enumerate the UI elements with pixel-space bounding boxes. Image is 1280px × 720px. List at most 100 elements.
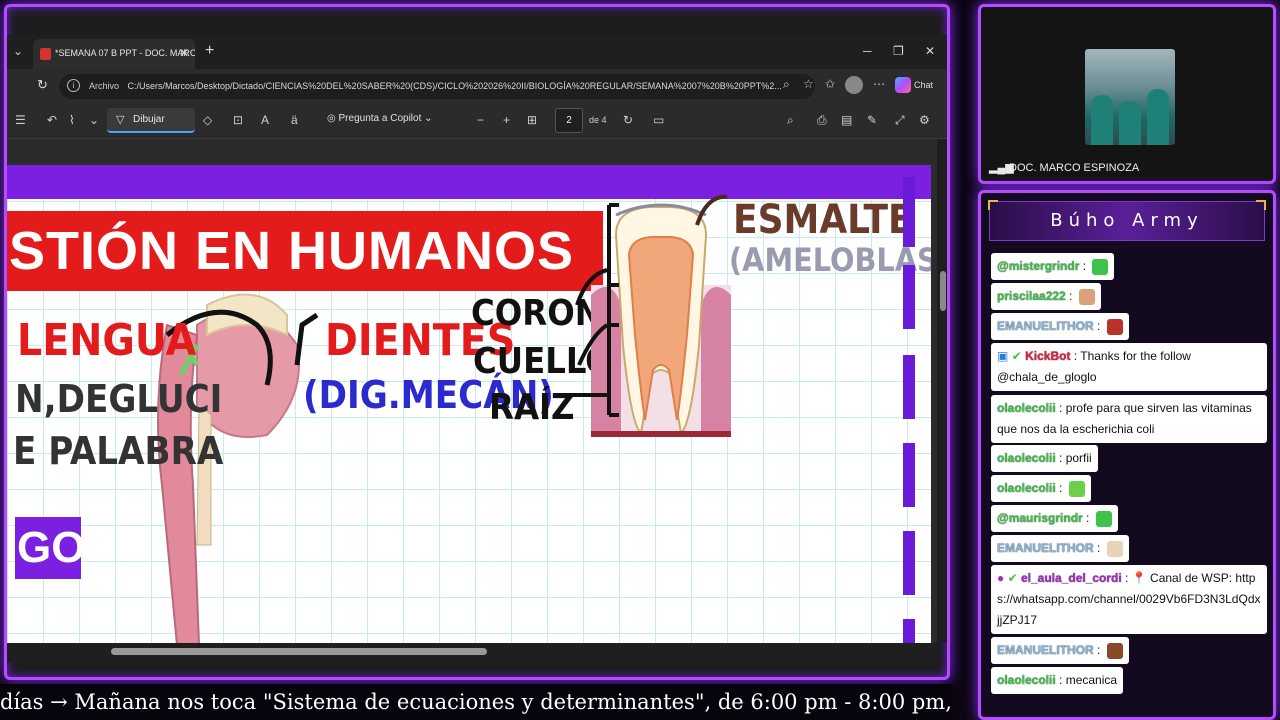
pdf-viewer[interactable]: STIÓN EN HUMANOS LENGUA N,DEGLUCI E PALA…: [7, 139, 937, 643]
chat-message: EMANUELITHOR :: [991, 313, 1129, 340]
more-icon[interactable]: ⋯: [873, 77, 885, 91]
webcam-person: [1147, 89, 1169, 145]
chat-username[interactable]: priscilaa222: [997, 289, 1066, 303]
ask-copilot-button[interactable]: ◎ Pregunta a Copilot ⌄: [327, 113, 433, 124]
page-view-icon[interactable]: ▭: [653, 113, 664, 127]
chat-text: mecanica: [1065, 673, 1118, 687]
ask-copilot-label: Pregunta a Copilot: [338, 113, 422, 124]
chat-username[interactable]: olaolecolii: [997, 673, 1056, 687]
chat-username[interactable]: olaolecolii: [997, 401, 1056, 415]
text-box-icon[interactable]: ⊡: [233, 113, 243, 127]
chat-message: EMANUELITHOR :: [991, 637, 1129, 664]
draw-button[interactable]: ▽ Dibujar: [107, 108, 195, 133]
draw-label: Dibujar: [133, 114, 165, 125]
label-palabra: E PALABRA: [13, 429, 224, 473]
tooth-arrows: [567, 194, 728, 397]
address-url: C:/Users/Marcos/Desktop/Dictado/CIENCIAS…: [127, 81, 782, 91]
presenter-name: DOC. MARCO ESPINOZA: [1009, 162, 1140, 174]
zoom-in-icon[interactable]: +: [503, 113, 510, 127]
webcam-person: [1091, 95, 1113, 145]
tab-title: *SEMANA 07 B PPT - DOC. MARCO: [55, 48, 195, 58]
fullscreen-icon[interactable]: ⤢: [895, 113, 905, 128]
chat-username[interactable]: el_aula_del_cordi: [1021, 571, 1122, 585]
search-icon[interactable]: ⌕: [787, 113, 794, 128]
rotate-icon[interactable]: ↻: [623, 113, 633, 127]
emote-icon: [1106, 318, 1123, 335]
info-icon[interactable]: i: [67, 79, 80, 92]
zoom-icon[interactable]: ⌕: [783, 77, 790, 92]
slide-border-dash: [903, 619, 915, 643]
settings-gear-icon[interactable]: ⚙: [919, 113, 930, 127]
save-icon[interactable]: ▤: [841, 113, 852, 127]
print-icon[interactable]: ⎙: [817, 113, 827, 128]
save-as-icon[interactable]: ✎: [867, 113, 877, 127]
address-bar-row: ↻ i Archivo C:/Users/Marcos/Desktop/Dict…: [7, 69, 947, 103]
emote-icon: [1078, 288, 1095, 305]
chat-username[interactable]: olaolecolii: [997, 481, 1056, 495]
vertical-scrollbar[interactable]: [937, 139, 947, 643]
slide-page: STIÓN EN HUMANOS LENGUA N,DEGLUCI E PALA…: [7, 165, 931, 643]
chat-message: ▣ ✔ KickBot : Thanks for the follow @cha…: [991, 343, 1267, 391]
chat-username[interactable]: EMANUELITHOR: [997, 319, 1094, 333]
page-number-input[interactable]: 2: [555, 108, 583, 133]
copilot-chat-label[interactable]: Chat: [914, 80, 933, 90]
restore-icon[interactable]: ❐: [893, 44, 904, 58]
chat-message: olaolecolii : porfii: [991, 445, 1098, 472]
highlight-dropdown-icon[interactable]: ⌄: [89, 113, 99, 127]
highlight-icon[interactable]: ⌇: [69, 113, 75, 127]
bot-badge-icon: ▣: [997, 349, 1009, 363]
browser-tab[interactable]: *SEMANA 07 B PPT - DOC. MARCO ✕: [33, 39, 195, 69]
draw-icon: ▽: [116, 114, 125, 126]
zoom-out-icon[interactable]: −: [477, 113, 484, 127]
horizontal-scroll-thumb[interactable]: [111, 648, 487, 655]
close-tab-icon[interactable]: ✕: [179, 46, 189, 60]
chat-message: priscilaa222 :: [991, 283, 1101, 310]
reload-icon[interactable]: ↻: [37, 77, 48, 93]
favorites-icon[interactable]: ✩: [825, 77, 835, 91]
profile-avatar[interactable]: [845, 76, 863, 94]
browser-tab-strip: ⌄ *SEMANA 07 B PPT - DOC. MARCO ✕ + ─ ❐ …: [7, 35, 947, 69]
chat-text: porfii: [1065, 451, 1092, 465]
eraser-icon[interactable]: ◇: [203, 113, 212, 127]
pin-icon: 📍: [1131, 571, 1147, 585]
read-aloud-icon[interactable]: ä: [291, 113, 298, 127]
font-icon[interactable]: A: [261, 113, 269, 127]
chat-title: Búho Army: [988, 200, 1266, 241]
slide-border-dash: [903, 177, 915, 247]
chat-username[interactable]: EMANUELITHOR: [997, 541, 1094, 555]
fit-page-icon[interactable]: ⊞: [527, 113, 537, 127]
vertical-scroll-thumb[interactable]: [940, 271, 946, 311]
mic-badge-icon: ●: [997, 571, 1005, 585]
chat-username[interactable]: EMANUELITHOR: [997, 643, 1094, 657]
favorite-star-icon[interactable]: ☆: [803, 77, 814, 91]
contents-icon[interactable]: ☰: [15, 113, 26, 127]
minimize-icon[interactable]: ─: [863, 44, 872, 58]
screen-share-frame: ⌄ *SEMANA 07 B PPT - DOC. MARCO ✕ + ─ ❐ …: [4, 4, 950, 680]
webcam-video: [1085, 49, 1175, 145]
pdf-toolbar: ☰ ↶ ⌇ ⌄ ▽ Dibujar ◇ ⊡ A ä ◎ Pregunta a C…: [7, 103, 947, 139]
stream-layout: ⌄ *SEMANA 07 B PPT - DOC. MARCO ✕ + ─ ❐ …: [0, 0, 1280, 720]
copilot-icon[interactable]: [895, 77, 911, 93]
address-field[interactable]: i Archivo C:/Users/Marcos/Desktop/Dictad…: [59, 74, 815, 99]
chat-username[interactable]: @mistergrindr: [997, 259, 1079, 273]
undo-icon[interactable]: ↶: [47, 113, 57, 127]
chat-username[interactable]: @maurisgrindr: [997, 511, 1083, 525]
webcam-person: [1119, 101, 1141, 145]
copilot-small-icon: ◎: [327, 113, 339, 124]
tab-list-chevron-icon[interactable]: ⌄: [13, 44, 23, 58]
label-deglucion: N,DEGLUCI: [15, 377, 223, 421]
address-label: Archivo: [89, 81, 120, 91]
new-tab-icon[interactable]: +: [205, 42, 214, 60]
chat-username[interactable]: KickBot: [1025, 349, 1070, 363]
close-window-icon[interactable]: ✕: [925, 44, 935, 58]
page-total: de 4: [589, 115, 607, 125]
chat-message: olaolecolii : profe para que sirven las …: [991, 395, 1267, 443]
label-lengua: LENGUA: [17, 315, 197, 366]
horizontal-scrollbar[interactable]: [7, 643, 937, 663]
chat-panel: Búho Army @mistergrindr : priscilaa222 :…: [978, 190, 1276, 720]
slide-border-dash: [903, 443, 915, 507]
chat-username[interactable]: olaolecolii: [997, 451, 1056, 465]
webcam-panel: ▂▄▆ DOC. MARCO ESPINOZA: [978, 4, 1276, 184]
chat-message: olaolecolii :: [991, 475, 1091, 502]
emote-icon: [1106, 540, 1123, 557]
